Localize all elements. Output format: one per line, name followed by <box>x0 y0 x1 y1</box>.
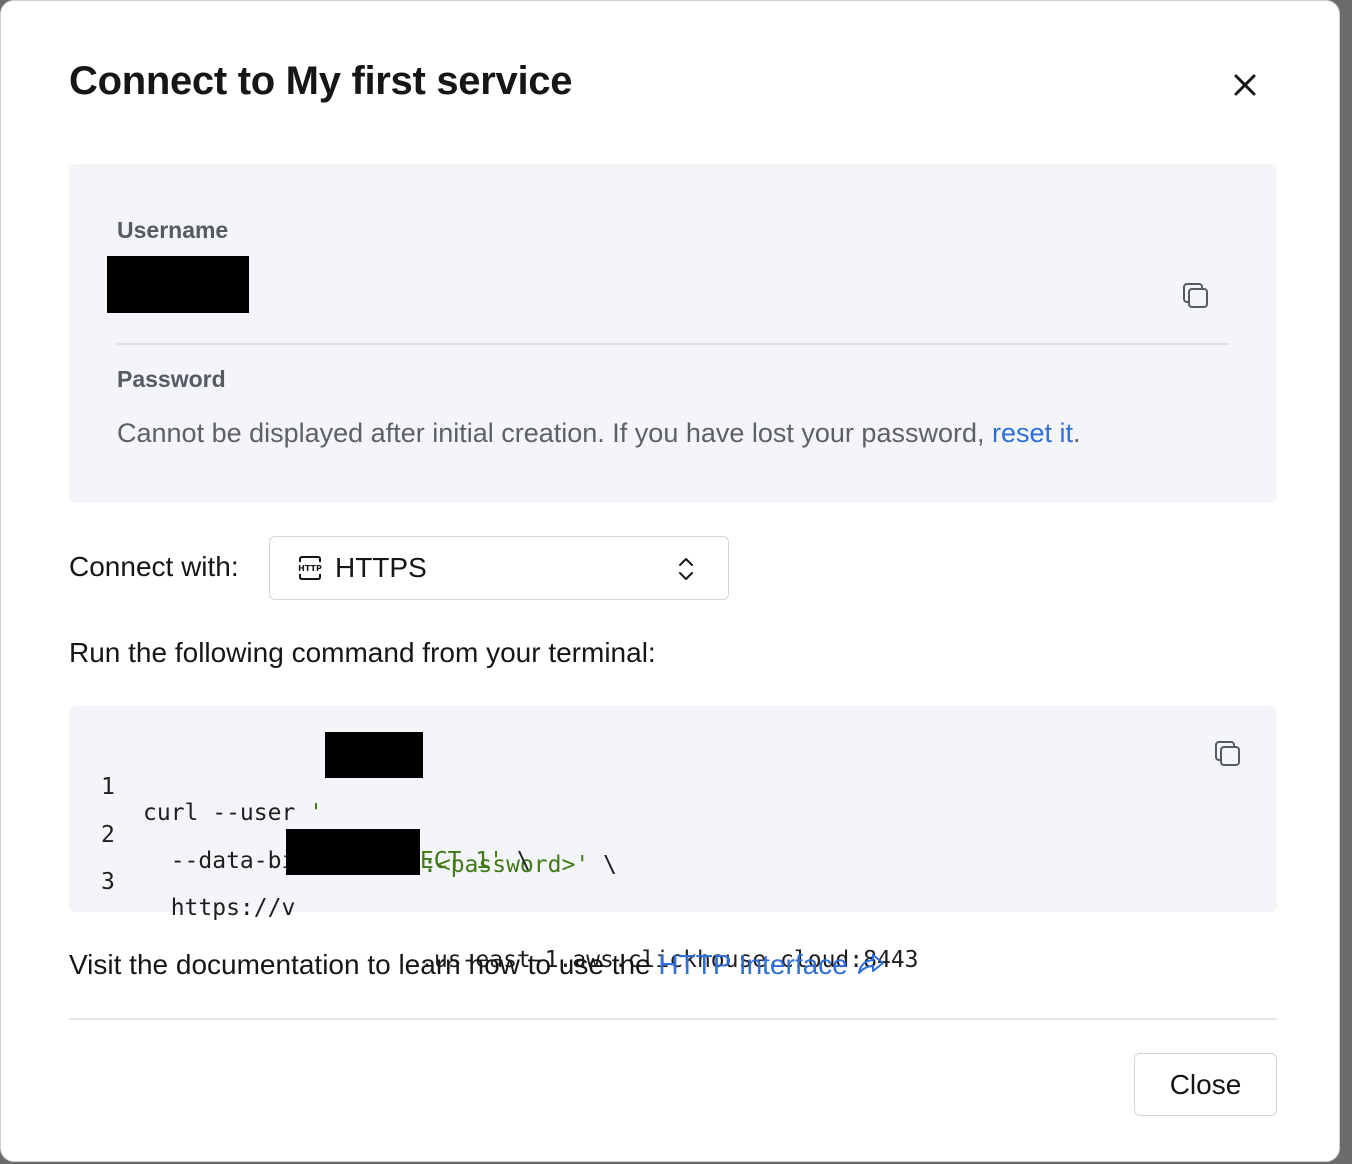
code-token: v <box>281 895 296 921</box>
code-text: curl --user ' <box>143 800 323 826</box>
line-number: 3 <box>101 869 115 895</box>
connect-with-label: Connect with: <box>69 551 239 582</box>
external-link-icon <box>857 954 884 974</box>
http-interface-link[interactable]: HTTP Interface <box>658 949 885 980</box>
dialog-title: Connect to My first service <box>69 59 573 103</box>
password-label: Password <box>117 366 226 392</box>
connect-method-value: HTTPS <box>335 552 427 583</box>
footer-divider <box>69 1018 1277 1020</box>
documentation-text: Visit the documentation to learn how to … <box>69 949 886 981</box>
svg-text:HTTP: HTTP <box>298 564 322 573</box>
code-token: \ <box>503 848 531 874</box>
code-token: \ <box>589 852 617 878</box>
code-block: 1 curl --user ' :<password>' \ 2 --data-… <box>69 706 1277 973</box>
host-redacted <box>286 829 420 875</box>
copy-icon[interactable] <box>1213 739 1243 769</box>
username-value-redacted <box>107 256 249 313</box>
close-icon[interactable] <box>1227 67 1263 103</box>
copy-icon[interactable] <box>1181 281 1211 311</box>
http-interface-link-label: HTTP Interface <box>658 949 848 980</box>
connect-dialog: Connect to My first service Username Pas… <box>0 0 1340 1162</box>
password-message-text: Cannot be displayed after initial creati… <box>117 418 992 448</box>
username-redacted <box>325 732 423 778</box>
chevron-up-down-icon <box>679 558 693 580</box>
close-button[interactable]: Close <box>1134 1053 1277 1116</box>
username-label: Username <box>117 217 229 243</box>
credentials-panel: Username Password Cannot be displayed af… <box>69 164 1277 503</box>
code-token: https:// <box>143 895 282 921</box>
code-string: ' <box>309 800 324 826</box>
http-icon: HTTP <box>298 556 322 580</box>
code-line-3: 3 https://v .us-east-1.aws.clickhouse.cl… <box>69 829 919 973</box>
password-message: Cannot be displayed after initial creati… <box>117 418 1081 449</box>
password-message-end: . <box>1073 418 1081 448</box>
backdrop <box>1341 0 1352 1164</box>
code-text: https://v <box>143 895 296 921</box>
credentials-divider <box>117 343 1229 345</box>
code-token: curl --user <box>143 800 310 826</box>
code-line-1: 1 curl --user ' :<password>' \ <box>69 732 617 878</box>
documentation-prefix: Visit the documentation to learn how to … <box>69 949 659 980</box>
code-line-2: 2 --data-binary 'SELECT 1' \ <box>69 796 531 874</box>
run-command-instruction: Run the following command from your term… <box>69 637 656 668</box>
reset-password-link[interactable]: reset it <box>992 418 1073 448</box>
connect-method-select[interactable]: HTTP HTTPS <box>269 536 729 600</box>
